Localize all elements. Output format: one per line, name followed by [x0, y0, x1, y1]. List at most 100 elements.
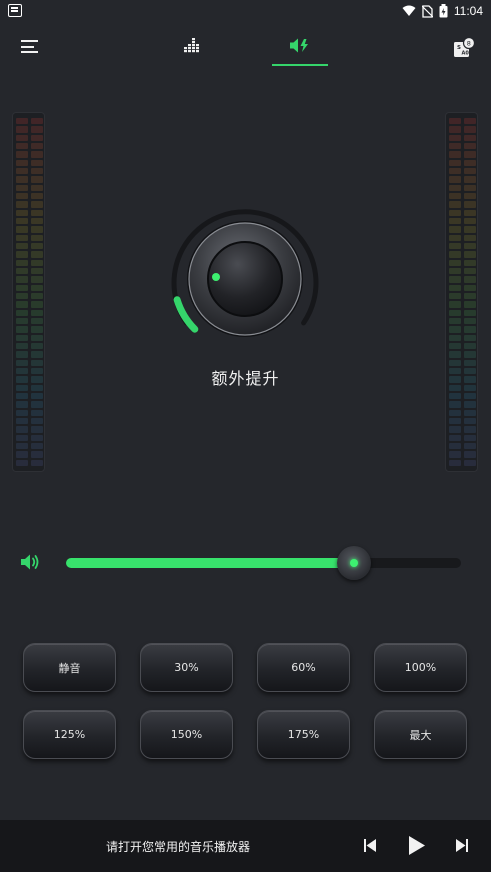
vu-segment	[464, 126, 476, 133]
vu-segment	[31, 443, 43, 450]
tab-equalizer[interactable]	[170, 28, 214, 66]
vu-segment	[464, 451, 476, 458]
skip-next-icon[interactable]	[456, 839, 468, 852]
vu-segment	[31, 151, 43, 158]
vu-segment	[464, 301, 476, 308]
svg-text:S: S	[457, 45, 461, 51]
vu-segment	[464, 459, 476, 466]
vu-segment	[449, 159, 461, 166]
vu-segment	[16, 418, 28, 425]
vu-segment	[16, 326, 28, 333]
vu-segment	[449, 126, 461, 133]
vu-segment	[16, 284, 28, 291]
vu-segment	[31, 418, 43, 425]
volume-slider[interactable]	[66, 546, 461, 580]
vu-segment	[31, 143, 43, 150]
volume-boost-icon	[290, 38, 308, 53]
vu-segment	[464, 401, 476, 408]
tab-volume-boost[interactable]	[272, 28, 328, 66]
vu-segment	[16, 309, 28, 316]
vu-segment	[16, 143, 28, 150]
svg-text:A0: A0	[462, 51, 470, 57]
vu-segment	[31, 318, 43, 325]
preset-buttons: 静音 30% 60% 100% 125% 150% 175% 最大	[23, 643, 468, 759]
vu-segment	[31, 168, 43, 175]
vu-segment	[464, 143, 476, 150]
preset-150-button[interactable]: 150%	[140, 710, 233, 759]
vu-segment	[16, 209, 28, 216]
preset-125-button[interactable]: 125%	[23, 710, 116, 759]
player-message[interactable]: 请打开您常用的音乐播放器	[106, 838, 250, 855]
vu-segment	[16, 134, 28, 141]
album-badge: 8	[467, 39, 471, 47]
vu-segment	[449, 276, 461, 283]
vu-segment	[464, 393, 476, 400]
vu-segment	[31, 209, 43, 216]
vu-segment	[464, 326, 476, 333]
vu-segment	[449, 134, 461, 141]
vu-segment	[464, 209, 476, 216]
volume-slider-thumb[interactable]	[337, 546, 371, 580]
vu-segment	[31, 226, 43, 233]
top-nav: S A0 8	[0, 28, 491, 68]
preset-30-button[interactable]: 30%	[140, 643, 233, 692]
vu-segment	[449, 318, 461, 325]
music-album-button[interactable]: S A0 8	[453, 36, 476, 63]
vu-segment	[31, 309, 43, 316]
vu-segment	[449, 168, 461, 175]
vu-segment	[16, 268, 28, 275]
preset-max-button[interactable]: 最大	[374, 710, 467, 759]
vu-segment	[16, 251, 28, 258]
vu-segment	[31, 259, 43, 266]
vu-segment	[16, 293, 28, 300]
vu-segment	[464, 409, 476, 416]
vu-segment	[449, 418, 461, 425]
vu-segment	[449, 143, 461, 150]
vu-segment	[464, 268, 476, 275]
vu-segment	[449, 309, 461, 316]
status-bar: 11:04	[0, 0, 491, 22]
vu-segment	[31, 426, 43, 433]
vu-segment	[16, 393, 28, 400]
skip-previous-icon[interactable]	[364, 839, 376, 852]
vu-segment	[16, 184, 28, 191]
vu-segment	[464, 184, 476, 191]
vu-segment	[449, 226, 461, 233]
vu-segment	[464, 334, 476, 341]
vu-segment	[16, 226, 28, 233]
speaker-icon[interactable]	[21, 553, 41, 571]
vu-segment	[449, 184, 461, 191]
vu-segment	[31, 134, 43, 141]
vu-segment	[449, 334, 461, 341]
vu-segment	[31, 334, 43, 341]
vu-segment	[449, 443, 461, 450]
status-icons: 11:04	[402, 3, 483, 19]
vu-segment	[16, 126, 28, 133]
preset-mute-button[interactable]: 静音	[23, 643, 116, 692]
preset-175-button[interactable]: 175%	[257, 710, 350, 759]
battery-icon	[439, 4, 448, 18]
vu-segment	[16, 201, 28, 208]
vu-segment	[449, 426, 461, 433]
knob-indicator-dot	[212, 273, 220, 281]
vu-segment	[449, 301, 461, 308]
vu-segment	[16, 434, 28, 441]
vu-segment	[31, 193, 43, 200]
vu-segment	[16, 351, 28, 358]
vu-segment	[16, 401, 28, 408]
vu-segment	[449, 459, 461, 466]
preset-60-button[interactable]: 60%	[257, 643, 350, 692]
boost-knob[interactable]	[165, 203, 325, 363]
vu-segment	[464, 151, 476, 158]
volume-slider-fill	[66, 558, 354, 568]
vu-segment	[31, 126, 43, 133]
preset-100-button[interactable]: 100%	[374, 643, 467, 692]
vu-segment	[449, 401, 461, 408]
vu-segment	[31, 326, 43, 333]
vu-segment	[449, 268, 461, 275]
hamburger-menu-icon[interactable]	[21, 40, 38, 53]
play-icon[interactable]	[409, 836, 425, 855]
vu-segment	[16, 168, 28, 175]
vu-segment	[464, 284, 476, 291]
vu-segment	[16, 118, 28, 125]
